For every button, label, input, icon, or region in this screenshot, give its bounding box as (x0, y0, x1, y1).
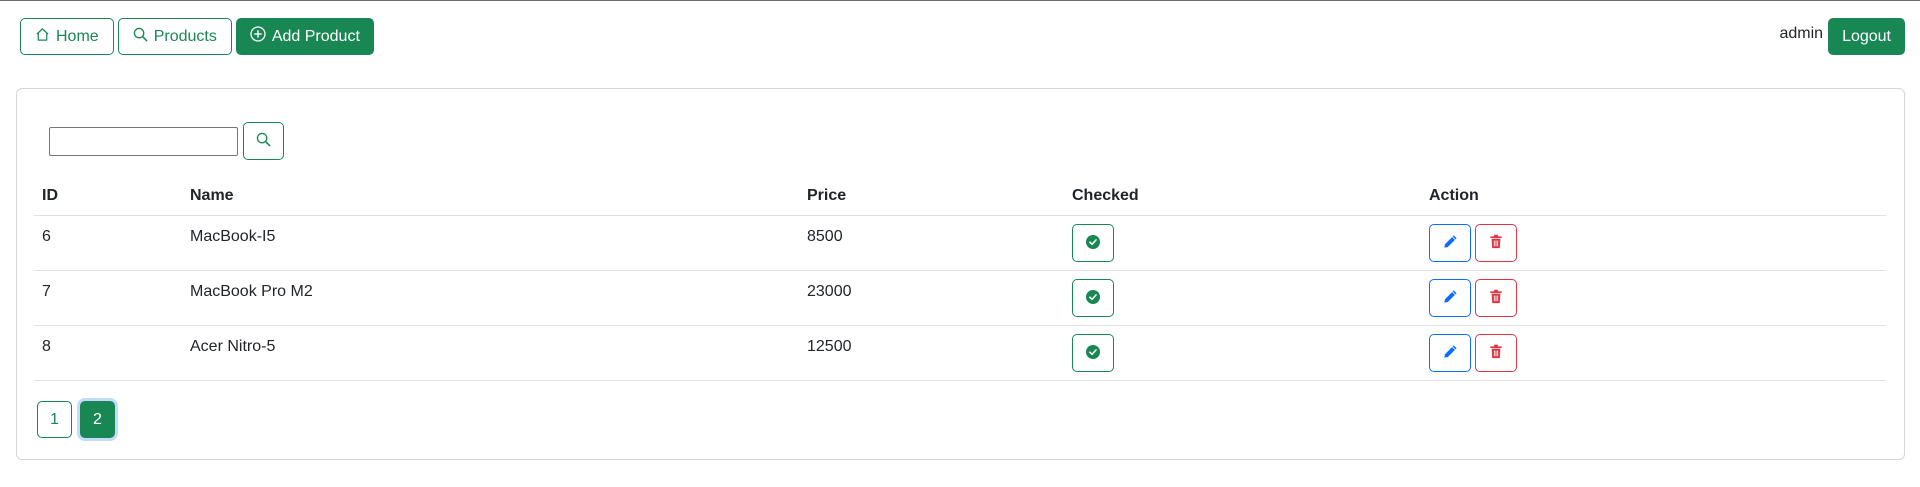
edit-button[interactable] (1429, 334, 1471, 372)
table-row: 7 MacBook Pro M2 23000 (34, 271, 1886, 326)
top-nav: Home Products Add Product (20, 18, 374, 55)
home-button[interactable]: Home (20, 18, 114, 55)
cell-action (1421, 326, 1886, 380)
trash-icon (1489, 234, 1503, 252)
header-price: Price (807, 187, 847, 204)
header-name: Name (190, 187, 234, 204)
house-icon (35, 27, 50, 47)
search-bar (49, 122, 284, 160)
products-label: Products (153, 27, 217, 45)
header-action: Action (1429, 187, 1479, 204)
cell-price: 8500 (807, 228, 843, 245)
table-header: ID Name Price Checked Action (34, 179, 1886, 216)
cell-id: 8 (42, 338, 51, 355)
cell-checked (1064, 271, 1421, 325)
page-button-2[interactable]: 2 (80, 401, 115, 438)
user-area: admin Logout (1779, 18, 1905, 55)
cell-id: 6 (42, 228, 51, 245)
add-product-label: Add Product (271, 27, 360, 45)
header-checked: Checked (1072, 187, 1139, 204)
pencil-icon (1443, 234, 1458, 252)
plus-circle-icon (250, 26, 266, 47)
delete-button[interactable] (1475, 224, 1517, 262)
search-icon (256, 132, 271, 150)
trash-icon (1489, 344, 1503, 362)
cell-price: 23000 (807, 283, 852, 300)
add-product-button[interactable]: Add Product (235, 18, 374, 55)
search-icon (133, 27, 148, 47)
home-label: Home (56, 27, 99, 45)
delete-button[interactable] (1475, 334, 1517, 372)
delete-button[interactable] (1475, 279, 1517, 317)
edit-button[interactable] (1429, 224, 1471, 262)
cell-action (1421, 216, 1886, 270)
products-card: ID Name Price Checked Action 6 MacBook-I… (16, 88, 1905, 460)
cell-checked (1064, 326, 1421, 380)
checked-toggle-button[interactable] (1072, 224, 1114, 262)
products-table: ID Name Price Checked Action 6 MacBook-I… (34, 179, 1886, 381)
cell-price: 12500 (807, 338, 852, 355)
table-row: 6 MacBook-I5 8500 (34, 216, 1886, 271)
cell-id: 7 (42, 283, 51, 300)
username: admin (1779, 24, 1824, 42)
cell-name: MacBook-I5 (190, 228, 276, 245)
pencil-icon (1443, 344, 1458, 362)
cell-name: MacBook Pro M2 (190, 283, 313, 300)
check-circle-icon (1086, 289, 1100, 307)
trash-icon (1489, 289, 1503, 307)
cell-action (1421, 271, 1886, 325)
header-id: ID (42, 187, 58, 204)
edit-button[interactable] (1429, 279, 1471, 317)
check-circle-icon (1086, 344, 1100, 362)
products-button[interactable]: Products (117, 18, 232, 55)
search-input[interactable] (49, 126, 238, 156)
search-button[interactable] (243, 122, 284, 160)
checked-toggle-button[interactable] (1072, 334, 1114, 372)
pagination: 1 2 (37, 401, 115, 438)
cell-checked (1064, 216, 1421, 270)
page-button-1[interactable]: 1 (37, 401, 72, 438)
table-row: 8 Acer Nitro-5 12500 (34, 326, 1886, 381)
pencil-icon (1443, 289, 1458, 307)
cell-name: Acer Nitro-5 (190, 338, 276, 355)
check-circle-icon (1086, 234, 1100, 252)
logout-button[interactable]: Logout (1828, 18, 1905, 55)
checked-toggle-button[interactable] (1072, 279, 1114, 317)
